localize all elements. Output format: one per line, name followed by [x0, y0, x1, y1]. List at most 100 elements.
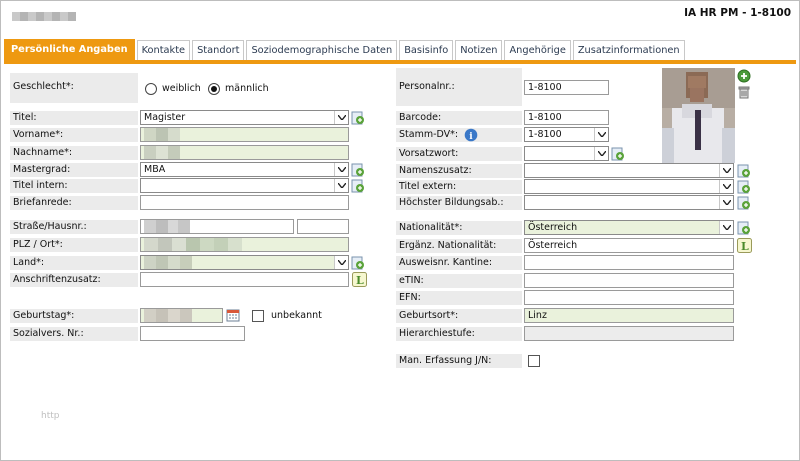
zip-city-input[interactable] — [140, 237, 349, 252]
prefix-label: Vorsatzwort: — [396, 147, 522, 161]
tab-zusatzinformationen[interactable]: Zusatzinformationen — [572, 40, 685, 61]
lookup-icon[interactable] — [351, 179, 365, 193]
first-name-label: Vorname*: — [10, 128, 138, 142]
lookup-icon[interactable] — [737, 221, 751, 235]
master-dv-value: 1-8100 — [528, 129, 562, 140]
zip-city-label: PLZ / Ort*: — [10, 238, 138, 252]
manual-entry-checkbox[interactable] — [528, 355, 540, 367]
lookup-icon[interactable] — [351, 163, 365, 177]
lookup-icon[interactable] — [351, 111, 365, 125]
master-dv-label-text: Stamm-DV*: — [399, 129, 459, 140]
social-security-label: Sozialvers. Nr.: — [10, 327, 138, 341]
prefix-select[interactable] — [524, 146, 609, 161]
lookup-icon[interactable] — [737, 180, 751, 194]
house-number-input[interactable] — [297, 219, 349, 234]
country-select[interactable] — [140, 255, 349, 270]
employee-photo — [662, 68, 735, 163]
street-label: Straße/Hausnr.: — [10, 220, 138, 234]
info-icon[interactable]: i — [464, 128, 478, 142]
title-external-label: Titel extern: — [396, 180, 522, 194]
highest-education-select[interactable] — [524, 195, 734, 210]
tab-angehoerige[interactable]: Angehörige — [504, 40, 571, 61]
chevron-down-icon — [719, 221, 733, 234]
country-label: Land*: — [10, 256, 138, 270]
lookup-icon[interactable] — [737, 196, 751, 210]
tab-standort[interactable]: Standort — [192, 40, 245, 61]
manual-entry-label: Man. Erfassung J/N: — [396, 354, 522, 368]
chevron-down-icon — [334, 179, 348, 192]
add-nationality-input[interactable]: Österreich — [524, 238, 734, 253]
tab-bar: Persönliche Angaben Kontakte Standort So… — [4, 39, 687, 61]
last-name-input[interactable] — [140, 145, 349, 160]
highest-education-label: Höchster Bildungsab.: — [396, 196, 522, 210]
last-name-label: Nachname*: — [10, 146, 138, 160]
svg-text:i: i — [469, 132, 473, 142]
hierarchy-input — [524, 326, 734, 341]
chevron-down-icon — [594, 147, 608, 160]
birthplace-input[interactable]: Linz — [524, 308, 734, 323]
title-select-value: Magister — [144, 112, 186, 123]
tab-soziodemographische-daten[interactable]: Soziodemographische Daten — [246, 40, 398, 61]
social-security-input[interactable] — [140, 326, 245, 341]
master-degree-select[interactable]: MBA — [140, 162, 349, 177]
tab-notizen[interactable]: Notizen — [455, 40, 503, 61]
first-name-input[interactable] — [140, 127, 349, 142]
chevron-down-icon — [719, 196, 733, 209]
title-external-select[interactable] — [524, 179, 734, 194]
svg-text:L: L — [356, 274, 364, 287]
canteen-card-label: Ausweisnr. Kantine: — [396, 256, 522, 270]
hierarchy-label: Hierarchiestufe: — [396, 327, 522, 341]
birthday-unknown-checkbox[interactable] — [252, 310, 264, 322]
personnel-no-input[interactable]: 1-8100 — [524, 80, 609, 95]
chevron-down-icon — [334, 111, 348, 124]
company-logo — [12, 12, 76, 21]
canteen-card-input[interactable] — [524, 255, 734, 270]
gender-radio-female[interactable] — [145, 83, 157, 95]
app-title: IA HR PM - 1-8100 — [684, 7, 791, 19]
language-l-icon[interactable]: L — [737, 238, 752, 253]
street-input[interactable] — [140, 219, 294, 234]
master-dv-select[interactable]: 1-8100 — [524, 127, 609, 142]
barcode-label: Barcode: — [396, 111, 522, 125]
redacted-text — [144, 256, 194, 269]
master-degree-value: MBA — [144, 164, 166, 175]
personnel-no-label: Personalnr.: — [396, 68, 522, 106]
redacted-text — [144, 220, 190, 233]
etin-label: eTIN: — [396, 274, 522, 288]
redacted-text — [144, 309, 194, 322]
title-internal-select[interactable] — [140, 178, 349, 193]
master-degree-label: Mastergrad: — [10, 163, 138, 177]
name-suffix-select[interactable] — [524, 163, 734, 178]
title-select[interactable]: Magister — [140, 110, 349, 125]
barcode-input[interactable]: 1-8100 — [524, 110, 609, 125]
lookup-icon[interactable] — [351, 256, 365, 270]
gender-radio-male[interactable] — [208, 83, 220, 95]
chevron-down-icon — [594, 128, 608, 141]
tab-underline — [4, 60, 796, 64]
efn-input[interactable] — [524, 290, 734, 305]
footer-text: http — [41, 411, 60, 421]
tab-persoenliche-angaben[interactable]: Persönliche Angaben — [4, 39, 135, 61]
calendar-icon[interactable] — [226, 308, 240, 322]
lookup-icon[interactable] — [611, 147, 625, 161]
title-internal-label: Titel intern: — [10, 179, 138, 193]
nationality-value: Österreich — [528, 222, 578, 233]
master-dv-label: Stamm-DV*: i — [396, 128, 522, 142]
add-photo-icon[interactable] — [737, 69, 751, 83]
tab-kontakte[interactable]: Kontakte — [136, 40, 191, 61]
birthday-unknown-label: unbekannt — [271, 310, 322, 321]
delete-photo-icon[interactable] — [737, 85, 751, 99]
salutation-input[interactable] — [140, 195, 349, 210]
svg-text:L: L — [741, 240, 749, 253]
lookup-icon[interactable] — [737, 164, 751, 178]
name-suffix-label: Namenszusatz: — [396, 164, 522, 178]
birthplace-label: Geburtsort*: — [396, 309, 522, 323]
salutation-label: Briefanrede: — [10, 196, 138, 210]
etin-input[interactable] — [524, 273, 734, 288]
nationality-select[interactable]: Österreich — [524, 220, 734, 235]
language-l-icon[interactable]: L — [352, 272, 367, 287]
tab-basisinfo[interactable]: Basisinfo — [399, 40, 454, 61]
redacted-text — [144, 146, 180, 159]
birthday-input[interactable] — [140, 308, 223, 323]
address-extra-input[interactable] — [140, 272, 349, 287]
